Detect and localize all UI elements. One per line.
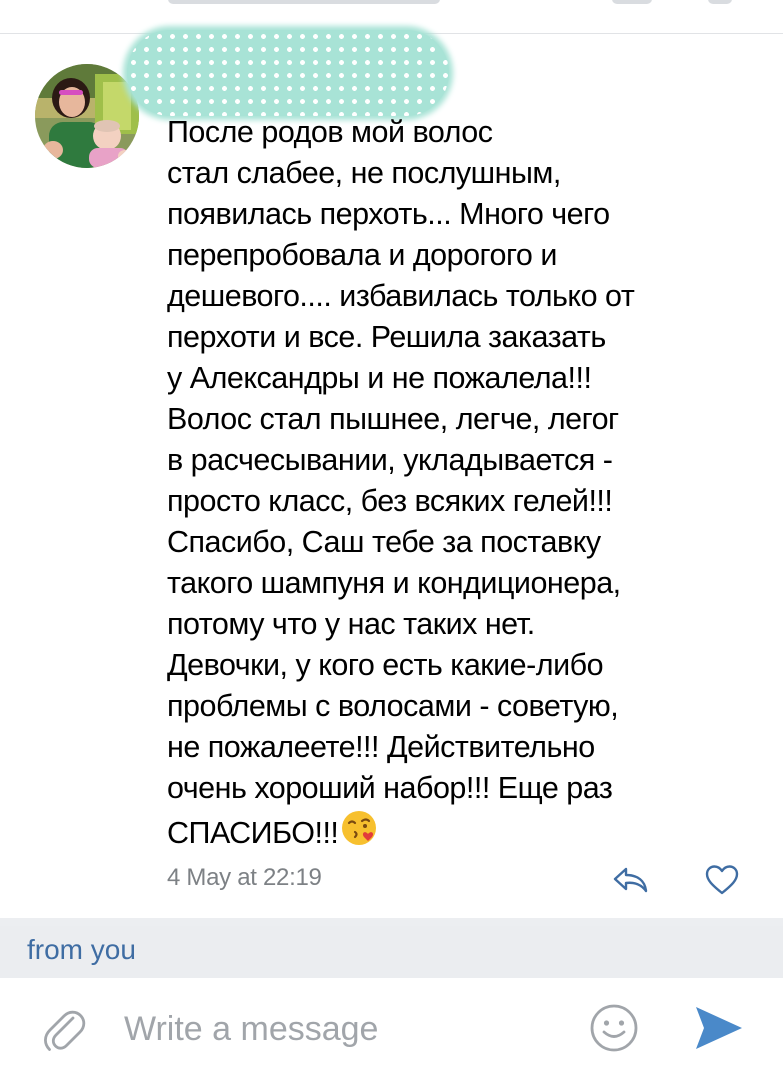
send-arrow-icon[interactable] xyxy=(694,1005,744,1051)
cropped-header-icon xyxy=(708,0,732,4)
message-line: не пожалеете!!! Действительно xyxy=(167,730,595,764)
avatar-photo xyxy=(35,64,139,168)
message-line: перепробовала и дорогого и xyxy=(167,238,557,272)
message-line: дешевого.... избавилась только от xyxy=(167,279,635,313)
message-line: такого шампуня и кондиционера, xyxy=(167,566,621,600)
message-line: После родов мой волос xyxy=(167,115,493,149)
message-line: стал слабее, не послушным, xyxy=(167,156,561,190)
message-line: потому что у нас таких нет. xyxy=(167,607,535,641)
chat-screen: После родов мой волос стал слабее, не по… xyxy=(0,0,783,1080)
sender-avatar[interactable] xyxy=(35,64,139,168)
message-line: просто класс, без всяких гелей!!! xyxy=(167,484,613,518)
paperclip-icon[interactable] xyxy=(42,1002,86,1054)
header-remnant xyxy=(0,0,783,34)
cropped-header-icon xyxy=(612,0,652,4)
message-timestamp: 4 May at 22:19 xyxy=(167,864,322,891)
message-line: Девочки, у кого есть какие-либо xyxy=(167,648,604,682)
message-line: проблемы с волосами - советую, xyxy=(167,689,619,723)
message-line: появилась перхоть... Много чего xyxy=(167,197,610,231)
face-blowing-kiss-emoji xyxy=(340,809,378,858)
message-line: в расчесывании, укладывается - xyxy=(167,443,613,477)
heart-outline-icon[interactable] xyxy=(704,864,740,896)
reply-arrow-icon[interactable] xyxy=(612,864,650,894)
message-line: Волос стал пышнее, легче, легог xyxy=(167,402,619,436)
message-body: После родов мой волос стал слабее, не по… xyxy=(167,112,747,858)
smiley-face-icon[interactable] xyxy=(588,1002,640,1054)
message-line: перхоти и все. Решила заказать xyxy=(167,320,606,354)
message-input[interactable] xyxy=(124,1004,564,1054)
cropped-header-text xyxy=(168,0,440,4)
message-line: Спасибо, Саш тебе за поставку xyxy=(167,525,601,559)
dotted-censor-overlay xyxy=(127,30,449,116)
message-line: у Александры и не пожалела!!! xyxy=(167,361,592,395)
from-label: from you xyxy=(27,934,136,965)
section-divider xyxy=(0,918,783,926)
message-last-line: СПАСИБО!!! xyxy=(167,809,747,858)
message-line: очень хороший набор!!! Еще раз xyxy=(167,771,613,805)
message-line: СПАСИБО!!! xyxy=(167,816,339,850)
